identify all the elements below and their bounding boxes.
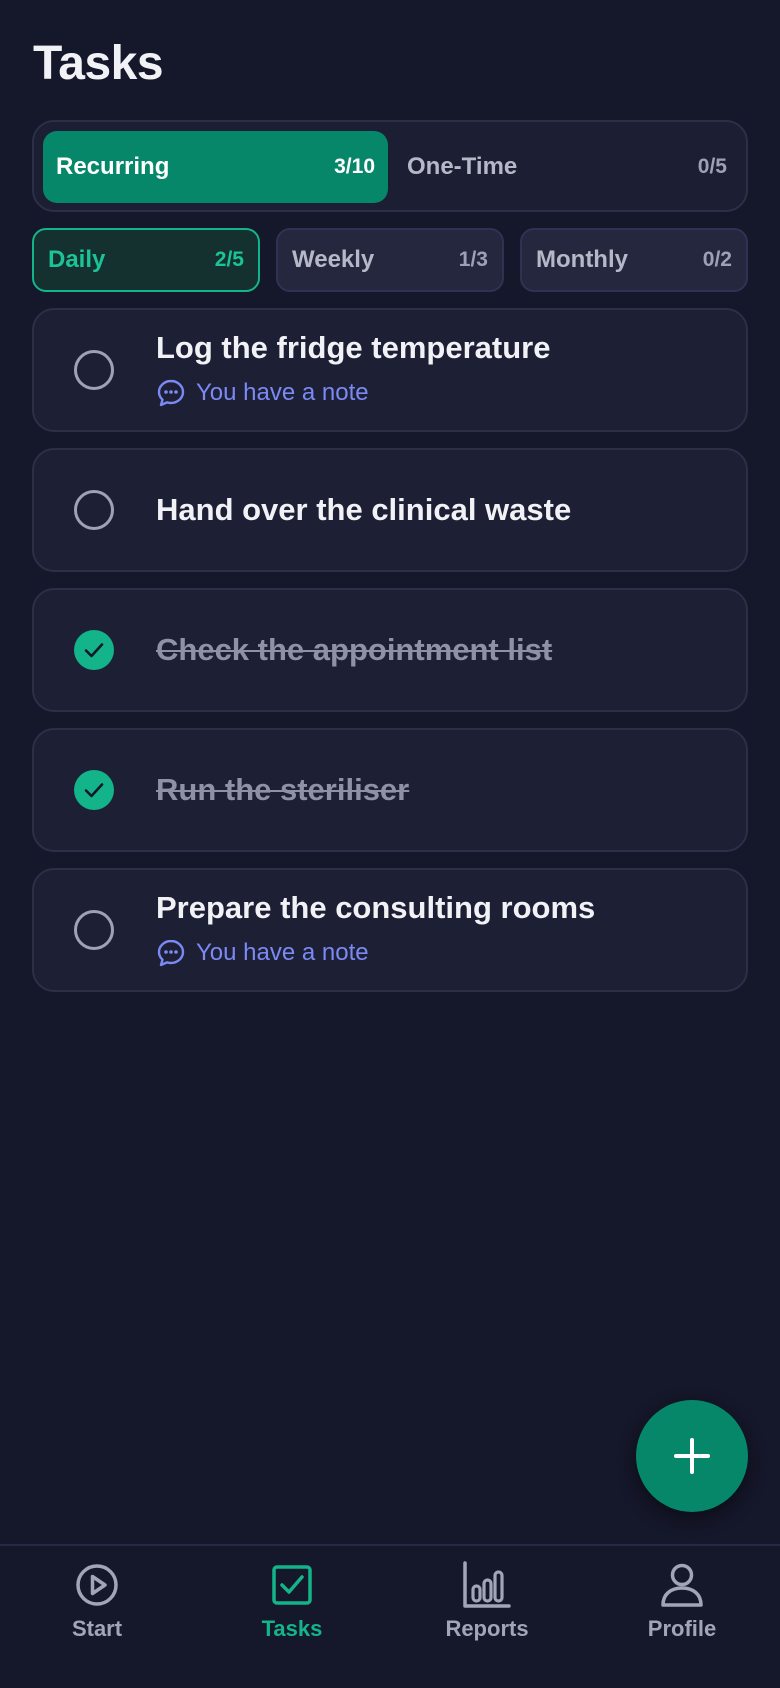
task-checkbox[interactable] xyxy=(74,490,114,530)
filter-label: Weekly xyxy=(292,246,375,273)
segment-label: One-Time xyxy=(407,153,518,180)
nav-item-profile[interactable]: Profile xyxy=(592,1560,772,1670)
task-card[interactable]: Log the fridge temperature You have a no… xyxy=(32,308,748,432)
task-card[interactable]: Hand over the clinical waste xyxy=(32,448,748,572)
segment-count: 3/10 xyxy=(334,155,375,178)
task-title: Hand over the clinical waste xyxy=(156,492,572,527)
segment-recurring[interactable]: Recurring 3/10 xyxy=(43,131,388,203)
segment-one-time[interactable]: One-Time 0/5 xyxy=(394,131,740,203)
plus-icon xyxy=(674,1438,710,1474)
user-icon xyxy=(661,1563,703,1607)
chat-bubble-icon xyxy=(157,379,185,407)
filter-weekly[interactable]: Weekly 1/3 xyxy=(276,228,504,292)
task-note-indicator[interactable]: You have a note xyxy=(156,378,369,408)
task-checkbox-checked[interactable] xyxy=(74,630,114,670)
nav-item-reports[interactable]: Reports xyxy=(397,1560,577,1670)
tasks-screen: Tasks Recurring 3/10 One-Time 0/5 Daily … xyxy=(0,0,780,1688)
segment-count: 0/5 xyxy=(697,155,727,178)
task-title: Prepare the consulting rooms xyxy=(156,890,596,925)
task-card[interactable]: Prepare the consulting rooms You have a … xyxy=(32,868,748,992)
task-type-segmented-control: Recurring 3/10 One-Time 0/5 xyxy=(32,120,748,212)
filter-count: 0/2 xyxy=(702,248,732,271)
bar-chart-icon xyxy=(463,1561,511,1608)
note-label: You have a note xyxy=(196,379,369,406)
nav-label: Reports xyxy=(445,1616,529,1641)
nav-item-tasks[interactable]: Tasks xyxy=(202,1560,382,1670)
note-label: You have a note xyxy=(196,939,369,966)
task-title: Check the appointment list xyxy=(156,632,553,667)
task-checkbox[interactable] xyxy=(74,910,114,950)
task-card[interactable]: Run the steriliser xyxy=(32,728,748,852)
bottom-navigation: Start Tasks Reports Profile xyxy=(0,1544,780,1688)
filter-monthly[interactable]: Monthly 0/2 xyxy=(520,228,748,292)
nav-item-start[interactable]: Start xyxy=(7,1560,187,1670)
task-card[interactable]: Check the appointment list xyxy=(32,588,748,712)
task-checkbox-checked[interactable] xyxy=(74,770,114,810)
play-circle-icon xyxy=(76,1564,118,1606)
checkmark-icon xyxy=(84,783,104,798)
page-title: Tasks xyxy=(33,37,164,90)
filter-count: 2/5 xyxy=(214,248,244,271)
nav-label: Start xyxy=(71,1616,123,1641)
filter-label: Monthly xyxy=(536,246,628,273)
chat-bubble-icon xyxy=(157,939,185,967)
filter-daily[interactable]: Daily 2/5 xyxy=(32,228,260,292)
segment-label: Recurring xyxy=(56,153,170,180)
filter-label: Daily xyxy=(48,246,106,273)
add-task-button[interactable] xyxy=(636,1400,748,1512)
filter-count: 1/3 xyxy=(458,248,488,271)
task-checkbox[interactable] xyxy=(74,350,114,390)
checkmark-icon xyxy=(84,643,104,658)
task-title: Run the steriliser xyxy=(156,772,410,807)
nav-label: Profile xyxy=(647,1616,717,1641)
task-note-indicator[interactable]: You have a note xyxy=(156,938,369,968)
checkbox-icon xyxy=(272,1565,312,1605)
task-title: Log the fridge temperature xyxy=(156,330,551,365)
nav-label: Tasks xyxy=(261,1616,323,1641)
